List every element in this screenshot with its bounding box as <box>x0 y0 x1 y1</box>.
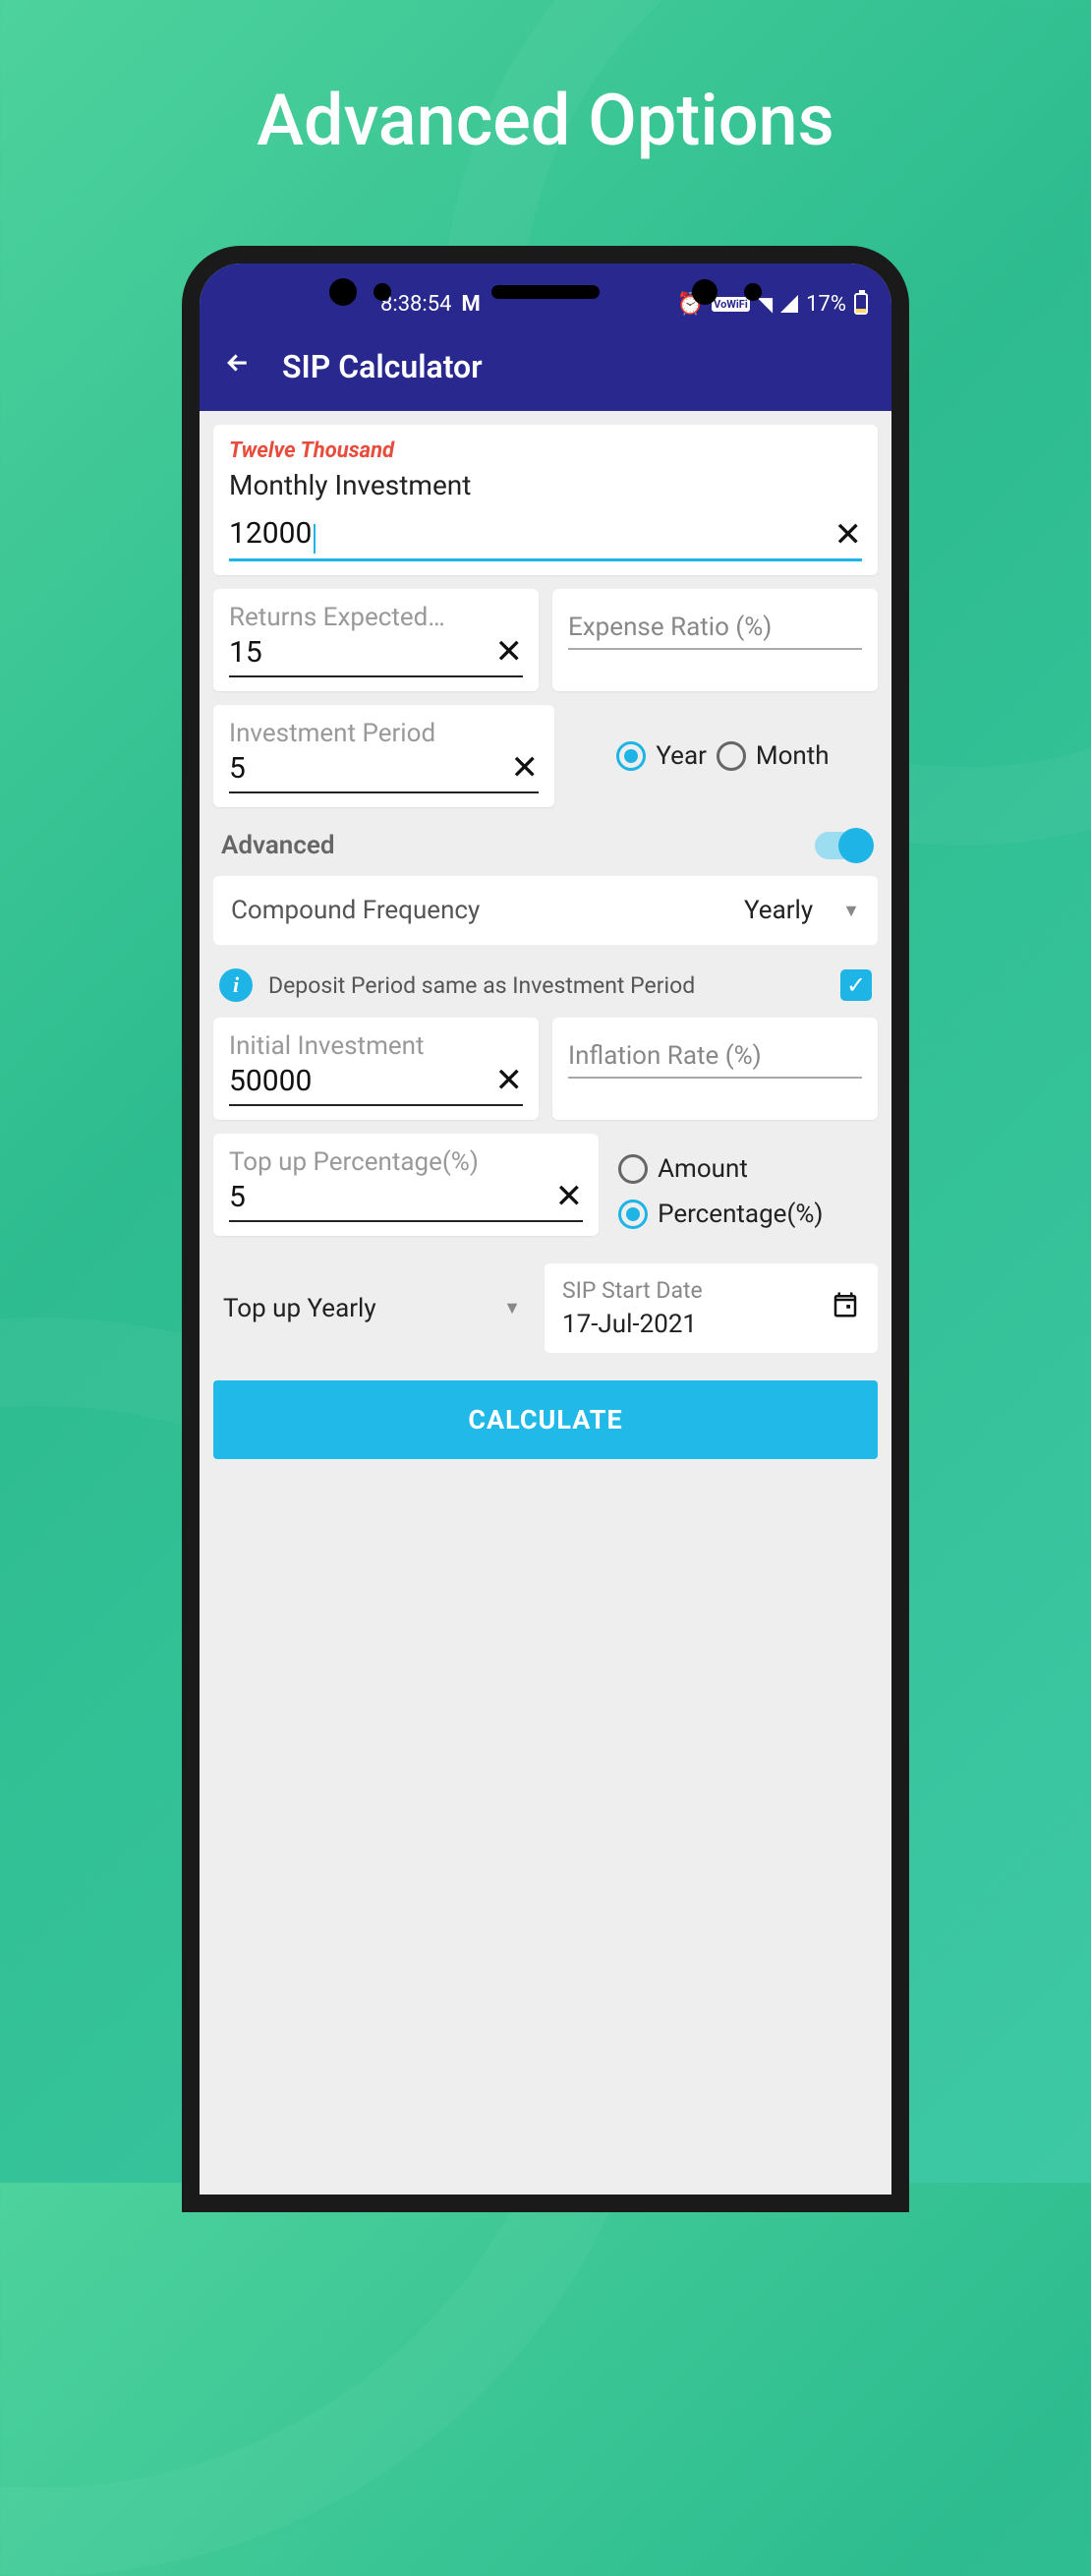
monthly-investment-value: 12000 <box>229 516 312 551</box>
dropdown-icon: ▼ <box>503 1298 521 1318</box>
clear-icon[interactable]: ✕ <box>495 632 524 672</box>
investment-period-value: 5 <box>229 751 246 786</box>
info-icon: i <box>219 968 253 1002</box>
clear-icon[interactable]: ✕ <box>495 1061 524 1100</box>
period-unit-month[interactable]: Month <box>717 741 830 771</box>
monthly-investment-label: Monthly Investment <box>229 469 862 501</box>
investment-period-input[interactable]: 5 ✕ <box>229 748 539 793</box>
radio-unchecked-icon <box>717 741 746 771</box>
radio-checked-icon <box>618 1200 648 1229</box>
dropdown-icon: ▼ <box>842 901 860 921</box>
advanced-title: Advanced <box>221 831 335 860</box>
initial-investment-card: Initial Investment 50000 ✕ <box>213 1018 539 1120</box>
compound-frequency-label: Compound Frequency <box>231 896 744 925</box>
vowifi-icon: VoWiFi <box>712 297 750 312</box>
amount-in-words: Twelve Thousand <box>229 439 862 463</box>
radio-label: Percentage(%) <box>658 1200 823 1229</box>
topup-type-percentage[interactable]: Percentage(%) <box>618 1200 823 1229</box>
topup-frequency-select[interactable]: Top up Yearly ▼ <box>213 1263 531 1353</box>
deposit-period-row: i Deposit Period same as Investment Peri… <box>213 959 878 1018</box>
period-unit-year[interactable]: Year <box>616 741 707 771</box>
expense-ratio-card: Expense Ratio (%) <box>552 589 878 691</box>
sip-start-date-value: 17-Jul-2021 <box>562 1310 703 1339</box>
topup-label: Top up Percentage(%) <box>229 1147 583 1177</box>
investment-period-card: Investment Period 5 ✕ <box>213 705 554 807</box>
investment-period-label: Investment Period <box>229 719 539 748</box>
clear-icon[interactable]: ✕ <box>834 515 863 555</box>
monthly-investment-input[interactable]: 12000 ✕ <box>229 515 862 561</box>
battery-percent: 17% <box>806 292 846 317</box>
app-title: SIP Calculator <box>282 348 483 385</box>
deposit-period-checkbox[interactable]: ✓ <box>840 969 872 1001</box>
topup-value: 5 <box>229 1180 246 1214</box>
back-button[interactable] <box>223 347 253 386</box>
phone-camera <box>329 278 357 306</box>
topup-type-radio-group: Amount Percentage(%) <box>618 1134 878 1250</box>
expense-ratio-input[interactable]: Expense Ratio (%) <box>568 603 862 650</box>
initial-investment-input[interactable]: 50000 ✕ <box>229 1061 523 1106</box>
topup-input[interactable]: 5 ✕ <box>229 1177 583 1222</box>
deposit-period-text: Deposit Period same as Investment Period <box>268 972 825 999</box>
calculate-button[interactable]: CALCULATE <box>213 1380 878 1459</box>
advanced-section-header: Advanced <box>213 821 878 876</box>
inflation-rate-card: Inflation Rate (%) <box>552 1018 878 1120</box>
phone-sensor <box>373 283 391 301</box>
radio-checked-icon <box>616 741 646 771</box>
phone-speaker <box>491 285 600 299</box>
advanced-toggle[interactable] <box>815 832 870 859</box>
topup-type-amount[interactable]: Amount <box>618 1154 748 1184</box>
phone-camera-2 <box>692 279 718 305</box>
battery-icon <box>854 293 868 315</box>
returns-label: Returns Expected… <box>229 603 523 632</box>
sip-start-date-label: SIP Start Date <box>562 1277 703 1304</box>
phone-frame: 8:38:54 M ⏰ VoWiFi ◥ 17% SIP Calculator … <box>182 246 909 2212</box>
sip-start-date-picker[interactable]: SIP Start Date 17-Jul-2021 <box>545 1263 878 1353</box>
phone-sensor-2 <box>744 283 762 301</box>
initial-investment-label: Initial Investment <box>229 1031 523 1061</box>
topup-frequency-value: Top up Yearly <box>223 1294 376 1323</box>
returns-value: 15 <box>229 635 262 670</box>
inflation-rate-input[interactable]: Inflation Rate (%) <box>568 1031 862 1079</box>
promo-title: Advanced Options <box>0 79 1091 162</box>
compound-frequency-value: Yearly <box>744 896 813 925</box>
radio-label: Month <box>756 741 830 771</box>
initial-investment-value: 50000 <box>229 1064 312 1098</box>
clear-icon[interactable]: ✕ <box>511 748 540 788</box>
radio-label: Year <box>656 741 707 771</box>
calendar-icon <box>831 1290 860 1327</box>
status-time: 8:38:54 <box>380 292 451 317</box>
app-bar: SIP Calculator <box>200 322 891 411</box>
returns-card: Returns Expected… 15 ✕ <box>213 589 539 691</box>
topup-percentage-card: Top up Percentage(%) 5 ✕ <box>213 1134 599 1236</box>
compound-frequency-select[interactable]: Compound Frequency Yearly ▼ <box>213 876 878 945</box>
signal-icon <box>780 295 798 313</box>
text-cursor <box>314 524 316 554</box>
radio-label: Amount <box>658 1154 748 1184</box>
clear-icon[interactable]: ✕ <box>555 1177 584 1216</box>
gmail-icon: M <box>461 292 480 317</box>
period-unit-radio-group: Year Month <box>568 705 878 807</box>
returns-input[interactable]: 15 ✕ <box>229 632 523 677</box>
radio-unchecked-icon <box>618 1154 648 1184</box>
monthly-investment-card: Twelve Thousand Monthly Investment 12000… <box>213 425 878 575</box>
